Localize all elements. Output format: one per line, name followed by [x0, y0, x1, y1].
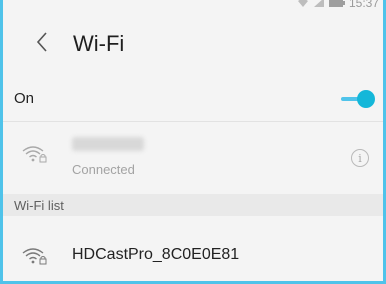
wifi-locked-icon — [22, 144, 48, 169]
network-item[interactable]: HDCastPro_8C0E0E81 — [3, 216, 383, 281]
status-time: 15:37 — [348, 0, 379, 10]
battery-icon — [328, 0, 345, 7]
connected-ssid — [72, 137, 144, 151]
chevron-left-icon — [36, 31, 48, 57]
settings-screen: 15:37 Wi-Fi On Connected i Wi-Fi list HD… — [0, 0, 386, 284]
network-ssid: HDCastPro_8C0E0E81 — [72, 246, 240, 263]
connection-status: Connected — [72, 162, 135, 177]
back-button[interactable] — [31, 29, 53, 59]
header: Wi-Fi — [3, 12, 383, 76]
toggle-knob — [357, 90, 375, 108]
wifi-list-header: Wi-Fi list — [3, 194, 383, 216]
wifi-toggle-row: On — [3, 76, 383, 122]
status-bar: 15:37 — [3, 0, 383, 12]
status-icons: 15:37 — [297, 0, 379, 10]
wifi-signal-icon — [297, 0, 309, 8]
info-icon[interactable]: i — [351, 149, 369, 167]
wifi-toggle-label: On — [14, 90, 35, 107]
cell-signal-icon — [313, 0, 325, 8]
wifi-locked-icon — [22, 246, 48, 271]
info-glyph: i — [358, 151, 362, 165]
connected-network-row[interactable]: Connected i — [3, 122, 383, 194]
wifi-list-label: Wi-Fi list — [14, 197, 64, 213]
page-title: Wi-Fi — [73, 31, 125, 56]
wifi-toggle-switch[interactable] — [341, 90, 375, 108]
